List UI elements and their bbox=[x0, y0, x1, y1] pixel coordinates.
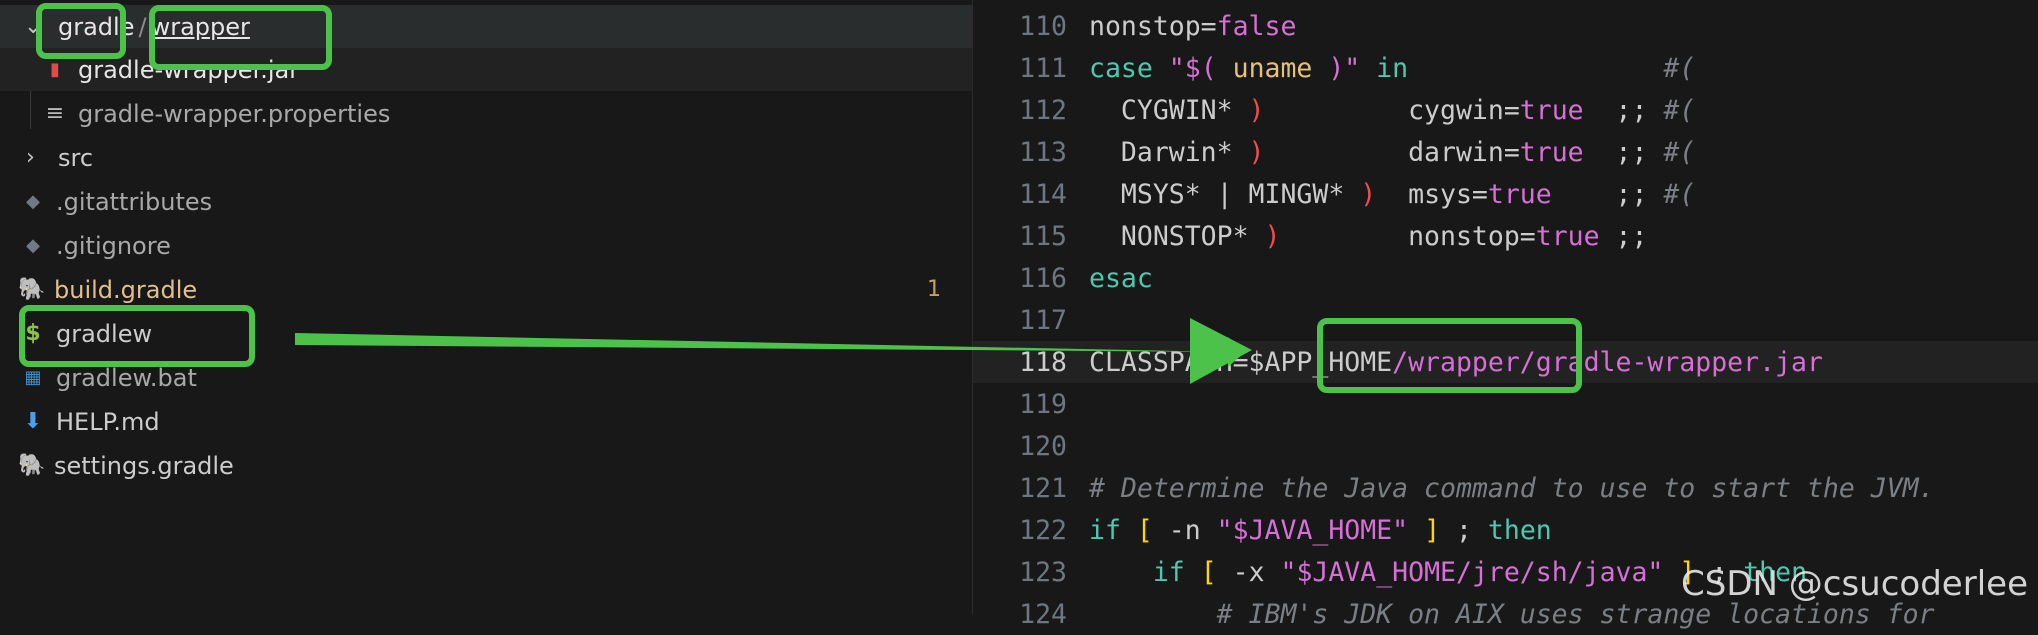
watermark: CSDN @csucoderlee bbox=[1681, 564, 2028, 604]
arrow-shaft bbox=[295, 333, 1245, 367]
annotation-arrow bbox=[295, 318, 1252, 384]
arrow-head bbox=[1190, 318, 1252, 384]
